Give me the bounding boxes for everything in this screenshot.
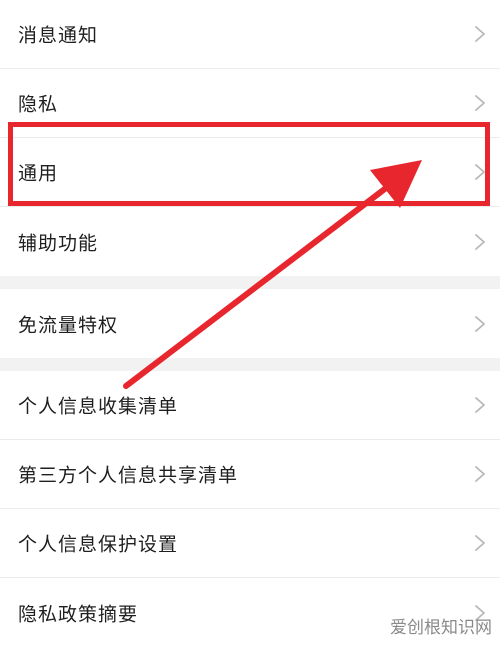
watermark: 爱创根知识网: [390, 618, 492, 638]
chevron-right-icon: [475, 466, 485, 482]
settings-item-free-data[interactable]: 免流量特权: [0, 289, 500, 358]
chevron-right-icon: [475, 397, 485, 413]
settings-item-label: 第三方个人信息共享清单: [18, 464, 239, 487]
settings-item-info-protection-settings[interactable]: 个人信息保护设置: [0, 509, 500, 578]
settings-item-label: 隐私政策摘要: [18, 603, 139, 625]
settings-list: 消息通知 隐私 通用 辅助功能 免流量特权 个人信息收集清单 第三方个人信息共享…: [0, 0, 500, 647]
group-separator: [0, 276, 500, 289]
chevron-right-icon: [475, 535, 485, 551]
settings-item-accessibility[interactable]: 辅助功能: [0, 207, 500, 276]
settings-item-privacy[interactable]: 隐私: [0, 69, 500, 138]
chevron-right-icon: [475, 164, 485, 180]
chevron-right-icon: [475, 95, 485, 111]
settings-item-notifications[interactable]: 消息通知: [0, 0, 500, 69]
settings-item-label: 消息通知: [18, 24, 99, 47]
chevron-right-icon: [475, 26, 485, 42]
settings-item-label: 隐私: [18, 93, 59, 116]
settings-item-label: 辅助功能: [18, 232, 99, 254]
group-separator: [0, 358, 500, 371]
chevron-right-icon: [475, 233, 485, 250]
chevron-right-icon: [475, 315, 485, 332]
settings-item-general[interactable]: 通用: [0, 138, 500, 207]
settings-item-label: 免流量特权: [18, 314, 119, 336]
settings-item-label: 通用: [18, 162, 59, 185]
settings-item-label: 个人信息收集清单: [18, 395, 179, 418]
settings-item-label: 个人信息保护设置: [18, 533, 179, 556]
settings-item-info-collection-list[interactable]: 个人信息收集清单: [0, 371, 500, 440]
settings-item-third-party-sharing-list[interactable]: 第三方个人信息共享清单: [0, 440, 500, 509]
